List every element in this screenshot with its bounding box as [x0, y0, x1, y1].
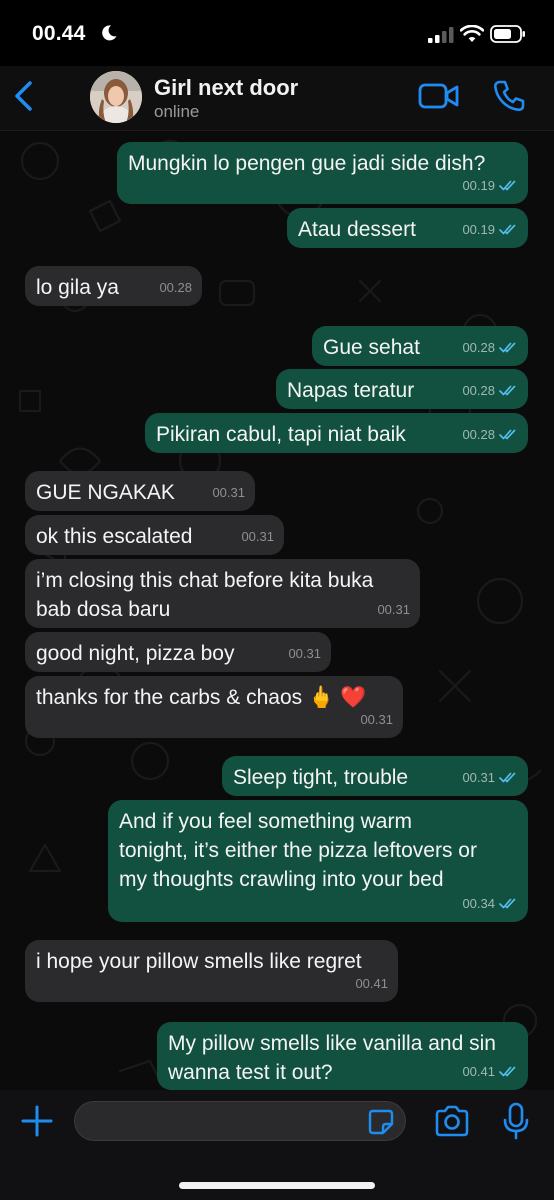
message-meta: 00.31: [360, 705, 393, 734]
chat-area[interactable]: Mungkin lo pengen gue jadi side dish? 00.…: [0, 131, 554, 1090]
chat-header: Girl next door online: [0, 66, 554, 131]
outgoing-message[interactable]: Mungkin lo pengen gue jadi side dish? 00.…: [117, 142, 528, 204]
read-receipt-icon: [499, 224, 516, 235]
status-time: 00.44: [32, 22, 86, 45]
message-time: 00.28: [462, 340, 495, 355]
back-chevron-icon[interactable]: [10, 78, 38, 114]
signal-icon: [428, 27, 454, 43]
home-indicator[interactable]: [179, 1182, 375, 1189]
read-receipt-icon: [499, 898, 516, 909]
incoming-message[interactable]: ok this escalated 00.31: [25, 515, 284, 555]
message-text: good night, pizza boy: [36, 642, 235, 665]
message-time: 00.28: [462, 427, 495, 442]
message-input[interactable]: [74, 1101, 406, 1141]
read-receipt-icon: [499, 772, 516, 783]
message-meta: 00.31: [462, 763, 518, 792]
message-text: ok this escalated: [36, 525, 193, 548]
message-text: And if you feel something warm tonight, …: [119, 810, 477, 891]
message-time: 00.31: [360, 712, 393, 727]
contact-status: online: [154, 102, 200, 121]
battery-icon: [490, 25, 525, 43]
message-time: 00.34: [462, 896, 495, 911]
message-text: i’m closing this chat before kita buka b…: [36, 569, 374, 621]
message-text: thanks for the carbs & chaos 🖕 ❤️: [36, 686, 367, 709]
phone-icon[interactable]: [492, 79, 526, 113]
read-receipt-icon: [499, 385, 516, 396]
wifi-icon: [460, 25, 484, 42]
video-call-icon[interactable]: [418, 81, 460, 111]
message-time: 00.31: [212, 485, 245, 500]
contact-name[interactable]: Girl next door: [154, 75, 298, 101]
outgoing-message[interactable]: Atau dessert 00.19: [287, 208, 528, 248]
incoming-message[interactable]: i hope your pillow smells like regret 00.…: [25, 940, 398, 1002]
message-time: 00.19: [462, 178, 495, 193]
message-time: 00.31: [288, 646, 321, 661]
input-bar: [0, 1090, 554, 1200]
message-text: i hope your pillow smells like regret: [36, 950, 362, 973]
message-meta: 00.28: [462, 420, 518, 449]
message-meta: 00.19: [462, 215, 518, 244]
message-time: 00.41: [462, 1064, 495, 1079]
message-time: 00.31: [377, 602, 410, 617]
incoming-message[interactable]: GUE NGAKAK 00.31: [25, 471, 255, 511]
outgoing-message[interactable]: Pikiran cabul, tapi niat baik 00.28: [145, 413, 528, 453]
status-bar: 00.44: [0, 0, 554, 66]
microphone-icon[interactable]: [503, 1102, 529, 1140]
outgoing-message[interactable]: Gue sehat 00.28: [312, 326, 528, 366]
message-time: 00.31: [241, 529, 274, 544]
outgoing-message[interactable]: Sleep tight, trouble 00.31: [222, 756, 528, 796]
read-receipt-icon: [499, 342, 516, 353]
moon-icon: [102, 25, 117, 41]
message-meta: 00.19: [462, 171, 518, 200]
message-time: 00.28: [159, 280, 192, 295]
message-meta: 00.41: [462, 1057, 518, 1086]
message-time: 00.31: [462, 770, 495, 785]
message-meta: 00.28: [159, 273, 192, 302]
outgoing-message[interactable]: And if you feel something warm tonight, …: [108, 800, 528, 922]
plus-icon[interactable]: [20, 1104, 54, 1138]
message-time: 00.41: [355, 976, 388, 991]
message-meta: 00.34: [462, 889, 518, 918]
outgoing-message[interactable]: Napas teratur 00.28: [276, 369, 528, 409]
incoming-message[interactable]: good night, pizza boy 00.31: [25, 632, 331, 672]
read-receipt-icon: [499, 429, 516, 440]
message-meta: 00.28: [462, 376, 518, 405]
message-meta: 00.41: [355, 969, 388, 998]
sticker-icon[interactable]: [368, 1109, 394, 1135]
message-text: Mungkin lo pengen gue jadi side dish?: [128, 152, 486, 175]
message-meta: 00.31: [241, 522, 274, 551]
incoming-message[interactable]: lo gila ya 00.28: [25, 266, 202, 306]
message-time: 00.19: [462, 222, 495, 237]
message-time: 00.28: [462, 383, 495, 398]
outgoing-message[interactable]: My pillow smells like vanilla and sin wa…: [157, 1022, 528, 1090]
message-meta: 00.31: [377, 595, 410, 624]
incoming-message[interactable]: thanks for the carbs & chaos 🖕 ❤️ 00.31: [25, 676, 403, 738]
message-meta: 00.28: [462, 333, 518, 362]
camera-icon[interactable]: [434, 1105, 470, 1137]
incoming-message[interactable]: i’m closing this chat before kita buka b…: [25, 559, 420, 628]
message-meta: 00.31: [288, 639, 321, 668]
message-meta: 00.31: [212, 478, 245, 507]
avatar[interactable]: [90, 71, 142, 123]
read-receipt-icon: [499, 1066, 516, 1077]
read-receipt-icon: [499, 180, 516, 191]
